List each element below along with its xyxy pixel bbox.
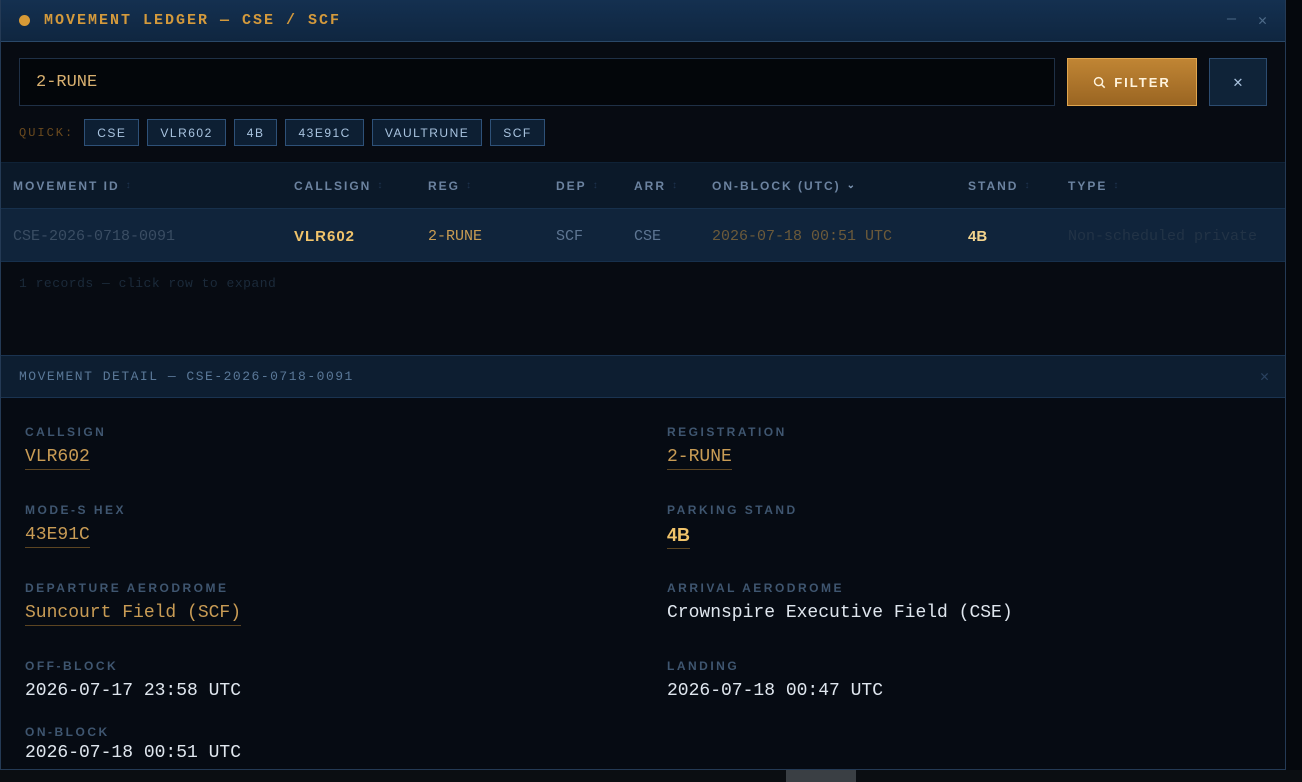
sort-icon: ↕ bbox=[592, 180, 600, 191]
filter-button-label: FILTER bbox=[1114, 74, 1171, 90]
field-label: PARKING STAND bbox=[667, 503, 798, 517]
clear-search-button[interactable]: ✕ bbox=[1209, 58, 1267, 106]
detail-header: MOVEMENT DETAIL — CSE-2026-0718-0091 ✕ bbox=[1, 355, 1285, 398]
desktop-background bbox=[0, 770, 1302, 782]
sort-icon: ↕ bbox=[1113, 180, 1121, 191]
filter-button[interactable]: FILTER bbox=[1067, 58, 1197, 106]
header-dep[interactable]: DEP ↕ bbox=[556, 179, 600, 193]
off-block-value: 2026-07-17 23:58 UTC bbox=[25, 681, 242, 701]
quick-chip-43e91c[interactable]: 43E91C bbox=[285, 119, 364, 146]
header-on-block[interactable]: ON-BLOCK (UTC) ⌄ bbox=[712, 179, 857, 193]
field-callsign: CALLSIGN VLR602 bbox=[25, 425, 106, 470]
taskbar-item[interactable] bbox=[786, 770, 856, 782]
close-icon[interactable]: ✕ bbox=[1258, 11, 1267, 30]
header-label: DEP bbox=[556, 178, 587, 193]
movement-table: MOVEMENT ID ↕ CALLSIGN ↕ REG ↕ DEP ↕ ARR ↕ ON… bbox=[1, 162, 1285, 291]
on-block-value: 2026-07-18 00:51 UTC bbox=[25, 743, 242, 763]
header-type[interactable]: TYPE ↕ bbox=[1068, 179, 1120, 193]
status-dot-icon bbox=[19, 15, 30, 26]
field-label: CALLSIGN bbox=[25, 425, 107, 439]
arrival-value: Crownspire Executive Field (CSE) bbox=[667, 603, 1013, 623]
cell-dep: SCF bbox=[556, 227, 584, 245]
field-on-block: ON-BLOCK 2026-07-18 00:51 UTC bbox=[25, 725, 241, 765]
header-label: CALLSIGN bbox=[294, 178, 372, 193]
search-input[interactable] bbox=[19, 58, 1055, 106]
header-label: STAND bbox=[968, 178, 1019, 193]
stand-value[interactable]: 4B bbox=[667, 525, 691, 549]
field-label: ARRIVAL AERODROME bbox=[667, 581, 844, 595]
departure-value[interactable]: Suncourt Field (SCF) bbox=[25, 603, 242, 626]
field-registration: REGISTRATION 2-RUNE bbox=[667, 425, 787, 470]
field-label: OFF-BLOCK bbox=[25, 659, 119, 673]
quick-filters: QUICK: CSE VLR602 4B 43E91C VAULTRUNE SC… bbox=[19, 119, 545, 146]
registration-value[interactable]: 2-RUNE bbox=[667, 447, 732, 470]
header-label: ON-BLOCK (UTC) bbox=[712, 178, 841, 193]
header-arr[interactable]: ARR ↕ bbox=[634, 179, 679, 193]
mode-s-value[interactable]: 43E91C bbox=[25, 525, 90, 548]
quick-chip-cse[interactable]: CSE bbox=[84, 119, 140, 146]
quick-chip-scf[interactable]: SCF bbox=[490, 119, 545, 146]
quick-chip-vlr602[interactable]: VLR602 bbox=[147, 119, 226, 146]
header-label: ARR bbox=[634, 178, 666, 193]
field-departure: DEPARTURE AERODROME Suncourt Field (SCF) bbox=[25, 581, 242, 626]
cell-reg: 2-RUNE bbox=[428, 227, 483, 245]
search-row: FILTER ✕ bbox=[19, 57, 1267, 107]
cell-stand: 4B bbox=[968, 227, 988, 245]
sort-icon: ↕ bbox=[377, 180, 385, 191]
header-label: REG bbox=[428, 178, 461, 193]
movement-detail-panel: MOVEMENT DETAIL — CSE-2026-0718-0091 ✕ C… bbox=[1, 355, 1285, 769]
movement-ledger-window: MOVEMENT LEDGER — CSE / SCF — ✕ FILTER ✕… bbox=[0, 0, 1286, 770]
quick-chip-4b[interactable]: 4B bbox=[233, 119, 278, 146]
cell-type: Non-scheduled private bbox=[1068, 227, 1258, 245]
search-icon bbox=[1094, 76, 1106, 88]
field-landing: LANDING 2026-07-18 00:47 UTC bbox=[667, 659, 883, 703]
callsign-value[interactable]: VLR602 bbox=[25, 447, 90, 470]
quick-label: QUICK: bbox=[19, 125, 75, 140]
field-off-block: OFF-BLOCK 2026-07-17 23:58 UTC bbox=[25, 659, 241, 703]
header-label: MOVEMENT ID bbox=[13, 178, 120, 193]
header-stand[interactable]: STAND ↕ bbox=[968, 179, 1031, 193]
landing-value: 2026-07-18 00:47 UTC bbox=[667, 681, 884, 701]
cell-on-block: 2026-07-18 00:51 UTC bbox=[712, 227, 893, 245]
detail-title: MOVEMENT DETAIL — CSE-2026-0718-0091 bbox=[19, 369, 354, 384]
field-arrival: ARRIVAL AERODROME Crownspire Executive F… bbox=[667, 581, 1013, 625]
header-movement-id[interactable]: MOVEMENT ID ↕ bbox=[13, 179, 133, 193]
close-icon[interactable]: ✕ bbox=[1260, 367, 1269, 386]
sort-icon: ↕ bbox=[125, 180, 133, 191]
field-label: REGISTRATION bbox=[667, 425, 787, 439]
header-reg[interactable]: REG ↕ bbox=[428, 179, 473, 193]
field-label: ON-BLOCK bbox=[25, 725, 110, 739]
window-title: MOVEMENT LEDGER — CSE / SCF bbox=[44, 12, 342, 29]
chevron-down-icon: ⌄ bbox=[846, 180, 858, 191]
cell-arr: CSE bbox=[634, 227, 662, 245]
quick-chip-vaultrune[interactable]: VAULTRUNE bbox=[371, 119, 483, 146]
cell-movement-id: CSE-2026-0718-0091 bbox=[13, 227, 176, 245]
field-label: MODE-S HEX bbox=[25, 503, 127, 517]
cell-callsign: VLR602 bbox=[294, 227, 356, 245]
window-controls: — ✕ bbox=[1227, 11, 1267, 30]
field-mode-s: MODE-S HEX 43E91C bbox=[25, 503, 126, 548]
minimize-icon[interactable]: — bbox=[1227, 11, 1236, 30]
records-count: 1 records — click row to expand bbox=[19, 276, 277, 291]
clear-icon: ✕ bbox=[1233, 74, 1243, 92]
title-bar: MOVEMENT LEDGER — CSE / SCF — ✕ bbox=[1, 0, 1285, 42]
field-parking-stand: PARKING STAND 4B bbox=[667, 503, 798, 549]
sort-icon: ↕ bbox=[1024, 180, 1032, 191]
table-row[interactable]: CSE-2026-0718-0091 VLR602 2-RUNE SCF CSE… bbox=[1, 208, 1285, 262]
field-label: DEPARTURE AERODROME bbox=[25, 581, 229, 595]
field-label: LANDING bbox=[667, 659, 740, 673]
header-label: TYPE bbox=[1068, 178, 1108, 193]
header-callsign[interactable]: CALLSIGN ↕ bbox=[294, 179, 384, 193]
sort-icon: ↕ bbox=[672, 180, 679, 191]
table-header: MOVEMENT ID ↕ CALLSIGN ↕ REG ↕ DEP ↕ ARR ↕ ON… bbox=[1, 162, 1285, 208]
sort-icon: ↕ bbox=[466, 180, 474, 191]
